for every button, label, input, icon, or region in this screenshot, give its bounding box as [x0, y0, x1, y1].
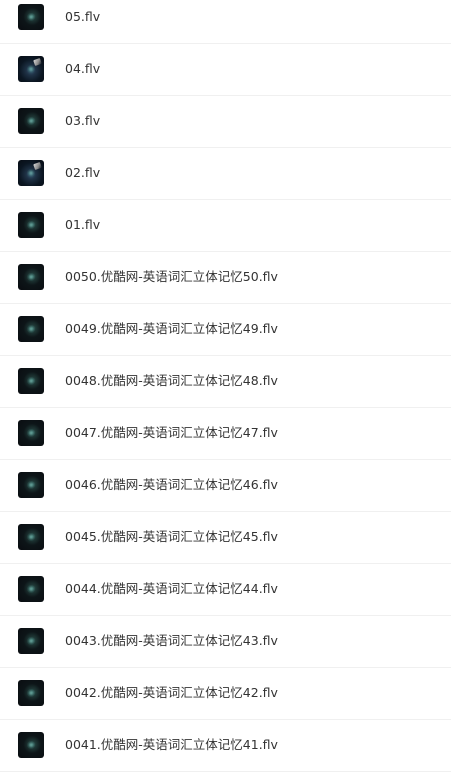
file-name: 0047.优酷网-英语词汇立体记忆47.flv [65, 425, 278, 440]
video-thumbnail-icon [18, 680, 44, 706]
file-list: 05.flv 04.flv 03.flv 02.flv 01.flv 0050.… [0, 0, 451, 772]
video-thumbnail-icon [18, 56, 44, 82]
video-thumbnail-icon [18, 732, 44, 758]
file-row[interactable]: 0044.优酷网-英语词汇立体记忆44.flv [0, 564, 451, 616]
file-row[interactable]: 01.flv [0, 200, 451, 252]
file-row[interactable]: 04.flv [0, 44, 451, 96]
file-name: 0043.优酷网-英语词汇立体记忆43.flv [65, 633, 278, 648]
file-row[interactable]: 0048.优酷网-英语词汇立体记忆48.flv [0, 356, 451, 408]
file-name: 0042.优酷网-英语词汇立体记忆42.flv [65, 685, 278, 700]
file-name: 02.flv [65, 165, 101, 180]
file-row[interactable]: 0042.优酷网-英语词汇立体记忆42.flv [0, 668, 451, 720]
file-name: 0045.优酷网-英语词汇立体记忆45.flv [65, 529, 278, 544]
file-name: 0050.优酷网-英语词汇立体记忆50.flv [65, 269, 278, 284]
file-name: 05.flv [65, 9, 101, 24]
video-thumbnail-icon [18, 368, 44, 394]
file-row[interactable]: 02.flv [0, 148, 451, 200]
file-name: 0046.优酷网-英语词汇立体记忆46.flv [65, 477, 278, 492]
video-thumbnail-icon [18, 212, 44, 238]
file-name: 0049.优酷网-英语词汇立体记忆49.flv [65, 321, 278, 336]
file-name: 04.flv [65, 61, 101, 76]
video-thumbnail-icon [18, 316, 44, 342]
file-row[interactable]: 0050.优酷网-英语词汇立体记忆50.flv [0, 252, 451, 304]
video-thumbnail-icon [18, 160, 44, 186]
file-row[interactable]: 0046.优酷网-英语词汇立体记忆46.flv [0, 460, 451, 512]
file-row[interactable]: 03.flv [0, 96, 451, 148]
video-thumbnail-icon [18, 472, 44, 498]
video-thumbnail-icon [18, 108, 44, 134]
video-thumbnail-icon [18, 420, 44, 446]
video-thumbnail-icon [18, 628, 44, 654]
video-thumbnail-icon [18, 524, 44, 550]
file-name: 01.flv [65, 217, 101, 232]
file-row[interactable]: 05.flv [0, 0, 451, 44]
file-row[interactable]: 0045.优酷网-英语词汇立体记忆45.flv [0, 512, 451, 564]
file-name: 0048.优酷网-英语词汇立体记忆48.flv [65, 373, 278, 388]
video-thumbnail-icon [18, 576, 44, 602]
file-row[interactable]: 0043.优酷网-英语词汇立体记忆43.flv [0, 616, 451, 668]
file-name: 0044.优酷网-英语词汇立体记忆44.flv [65, 581, 278, 596]
file-row[interactable]: 0041.优酷网-英语词汇立体记忆41.flv [0, 720, 451, 772]
video-thumbnail-icon [18, 4, 44, 30]
file-name: 03.flv [65, 113, 101, 128]
file-name: 0041.优酷网-英语词汇立体记忆41.flv [65, 737, 278, 752]
file-row[interactable]: 0049.优酷网-英语词汇立体记忆49.flv [0, 304, 451, 356]
video-thumbnail-icon [18, 264, 44, 290]
file-row[interactable]: 0047.优酷网-英语词汇立体记忆47.flv [0, 408, 451, 460]
